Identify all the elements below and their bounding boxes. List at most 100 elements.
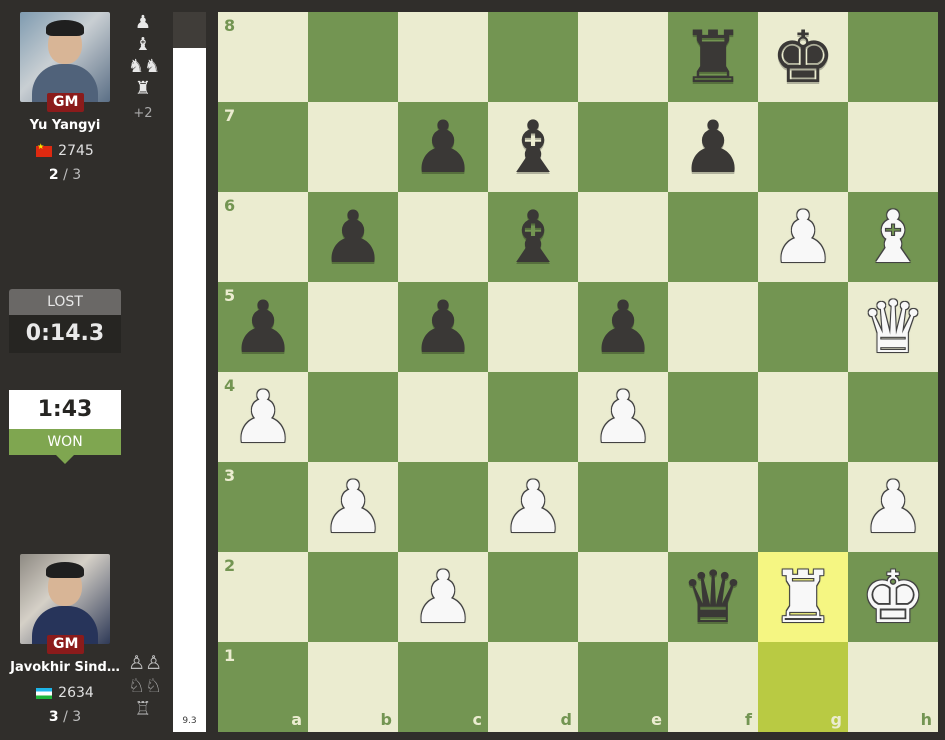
square-g8[interactable]: ♚ (758, 12, 848, 102)
top-clock-time: 0:14.3 (9, 315, 121, 353)
black-queen-icon[interactable]: ♛ (668, 552, 758, 642)
black-bishop-icon[interactable]: ♝ (488, 192, 578, 282)
square-c1[interactable]: c (398, 642, 488, 732)
square-h3[interactable]: ♟ (848, 462, 938, 552)
captured-rook-icon: ♜ (134, 78, 152, 99)
square-h7[interactable] (848, 102, 938, 192)
top-player-name[interactable]: Yu Yangyi (0, 118, 130, 133)
square-f8[interactable]: ♜ (668, 12, 758, 102)
white-pawn-icon[interactable]: ♟ (218, 372, 308, 462)
square-h6[interactable]: ♝ (848, 192, 938, 282)
square-c7[interactable]: ♟ (398, 102, 488, 192)
square-e4[interactable]: ♟ (578, 372, 668, 462)
white-queen-icon[interactable]: ♛ (848, 282, 938, 372)
bottom-player-name[interactable]: Javokhir Sind… (0, 660, 130, 675)
black-pawn-icon[interactable]: ♟ (398, 282, 488, 372)
square-g3[interactable] (758, 462, 848, 552)
square-f4[interactable] (668, 372, 758, 462)
square-g2[interactable]: ♜ (758, 552, 848, 642)
material-advantage: +2 (133, 106, 153, 121)
square-h8[interactable] (848, 12, 938, 102)
square-g6[interactable]: ♟ (758, 192, 848, 282)
square-e3[interactable] (578, 462, 668, 552)
square-c2[interactable]: ♟ (398, 552, 488, 642)
top-player-score: 2 / 3 (48, 167, 82, 183)
white-king-icon[interactable]: ♚ (848, 552, 938, 642)
black-bishop-icon[interactable]: ♝ (488, 102, 578, 192)
captured-knights-icon: ♘♘ (128, 675, 163, 697)
black-pawn-icon[interactable]: ♟ (668, 102, 758, 192)
square-e7[interactable] (578, 102, 668, 192)
square-c3[interactable] (398, 462, 488, 552)
black-pawn-icon[interactable]: ♟ (578, 282, 668, 372)
square-d8[interactable] (488, 12, 578, 102)
square-a7[interactable]: 7 (218, 102, 308, 192)
square-b7[interactable] (308, 102, 398, 192)
square-d6[interactable]: ♝ (488, 192, 578, 282)
white-pawn-icon[interactable]: ♟ (308, 462, 398, 552)
square-d3[interactable]: ♟ (488, 462, 578, 552)
square-e1[interactable]: e (578, 642, 668, 732)
square-b6[interactable]: ♟ (308, 192, 398, 282)
square-f3[interactable] (668, 462, 758, 552)
white-pawn-icon[interactable]: ♟ (848, 462, 938, 552)
china-flag-icon (36, 142, 53, 157)
square-b8[interactable] (308, 12, 398, 102)
square-h1[interactable]: h (848, 642, 938, 732)
square-f7[interactable]: ♟ (668, 102, 758, 192)
square-f2[interactable]: ♛ (668, 552, 758, 642)
square-e6[interactable] (578, 192, 668, 282)
square-h4[interactable] (848, 372, 938, 462)
white-pawn-icon[interactable]: ♟ (758, 192, 848, 282)
square-e2[interactable] (578, 552, 668, 642)
white-rook-icon[interactable]: ♜ (758, 552, 848, 642)
square-b4[interactable] (308, 372, 398, 462)
square-b2[interactable] (308, 552, 398, 642)
square-a6[interactable]: 6 (218, 192, 308, 282)
square-d7[interactable]: ♝ (488, 102, 578, 192)
square-d4[interactable] (488, 372, 578, 462)
square-h2[interactable]: ♚ (848, 552, 938, 642)
black-pawn-icon[interactable]: ♟ (398, 102, 488, 192)
square-e8[interactable] (578, 12, 668, 102)
black-pawn-icon[interactable]: ♟ (218, 282, 308, 372)
square-b1[interactable]: b (308, 642, 398, 732)
bottom-player-avatar[interactable]: GM (20, 554, 110, 654)
white-pawn-icon[interactable]: ♟ (578, 372, 668, 462)
square-b5[interactable] (308, 282, 398, 372)
top-player-avatar[interactable]: GM (20, 12, 110, 112)
rank-label: 3 (224, 466, 236, 485)
black-king-icon[interactable]: ♚ (758, 12, 848, 102)
square-b3[interactable]: ♟ (308, 462, 398, 552)
white-pawn-icon[interactable]: ♟ (398, 552, 488, 642)
square-g7[interactable] (758, 102, 848, 192)
square-g4[interactable] (758, 372, 848, 462)
evaluation-bar-black-portion (173, 12, 206, 48)
square-a2[interactable]: 2 (218, 552, 308, 642)
black-pawn-icon[interactable]: ♟ (308, 192, 398, 282)
square-c8[interactable] (398, 12, 488, 102)
square-g1[interactable]: g (758, 642, 848, 732)
square-a3[interactable]: 3 (218, 462, 308, 552)
square-a8[interactable]: 8 (218, 12, 308, 102)
square-c6[interactable] (398, 192, 488, 282)
square-h5[interactable]: ♛ (848, 282, 938, 372)
square-d5[interactable] (488, 282, 578, 372)
file-label: g (830, 710, 842, 729)
square-c5[interactable]: ♟ (398, 282, 488, 372)
square-a5[interactable]: 5 ♟ (218, 282, 308, 372)
square-c4[interactable] (398, 372, 488, 462)
white-pawn-icon[interactable]: ♟ (488, 462, 578, 552)
square-f5[interactable] (668, 282, 758, 372)
square-d1[interactable]: d (488, 642, 578, 732)
square-f1[interactable]: f (668, 642, 758, 732)
square-g5[interactable] (758, 282, 848, 372)
square-f6[interactable] (668, 192, 758, 282)
chess-board[interactable]: 8 ♜ ♚ 7 ♟ ♝ ♟ 6 ♟ ♝ ♟ ♝ 5 ♟ ♟ ♟ ♛ 4 ♟ ♟ 3 ♟ ♟ ♟ 2 ♟ ♛ ♜ ♚ 1 a b c d e f g h (218, 12, 938, 732)
black-rook-icon[interactable]: ♜ (668, 12, 758, 102)
white-bishop-icon[interactable]: ♝ (848, 192, 938, 282)
square-d2[interactable] (488, 552, 578, 642)
square-a1[interactable]: 1a (218, 642, 308, 732)
square-e5[interactable]: ♟ (578, 282, 668, 372)
square-a4[interactable]: 4 ♟ (218, 372, 308, 462)
